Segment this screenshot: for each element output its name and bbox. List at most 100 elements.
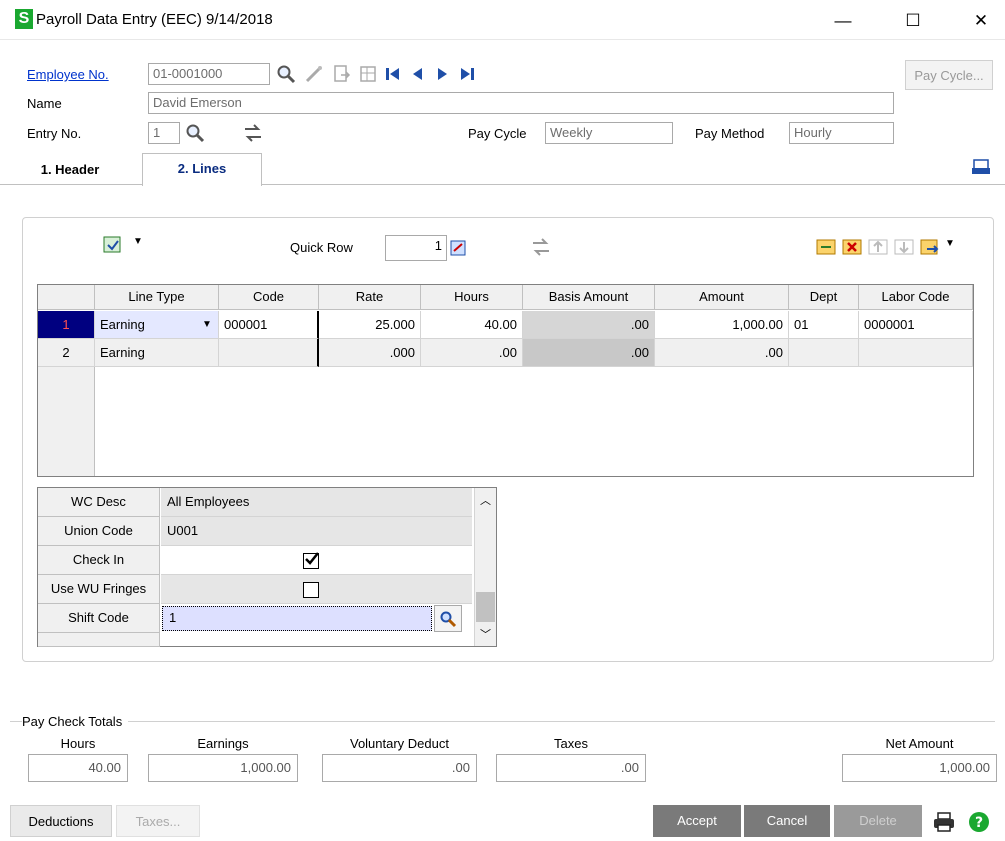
title-bar: S Payroll Data Entry (EEC) 9/14/2018 — ☐… bbox=[0, 0, 1005, 40]
svg-text:?: ? bbox=[975, 815, 983, 831]
line-options-dropdown-icon[interactable]: ▼ bbox=[133, 236, 143, 247]
pay-method-label: Pay Method bbox=[695, 126, 765, 141]
previous-record-icon[interactable] bbox=[406, 62, 428, 86]
basis-amount-cell: .00 bbox=[523, 339, 655, 367]
copy-lines-icon[interactable] bbox=[918, 234, 942, 260]
search-icon[interactable] bbox=[274, 62, 298, 86]
entry-no-label: Entry No. bbox=[27, 126, 82, 141]
rate-cell[interactable]: 25.000 bbox=[319, 311, 421, 339]
entry-no-field[interactable]: 1 bbox=[148, 122, 180, 144]
lines-grid: Line Type Code Rate Hours Basis Amount A… bbox=[37, 284, 974, 477]
row-number[interactable]: 1 bbox=[38, 311, 95, 339]
column-header-code[interactable]: Code bbox=[219, 285, 319, 310]
print-preview-icon[interactable] bbox=[968, 155, 994, 181]
dept-cell[interactable] bbox=[789, 339, 859, 367]
delete-button[interactable]: Delete bbox=[834, 805, 922, 837]
grid-corner bbox=[38, 285, 95, 310]
scroll-up-icon[interactable]: ︿ bbox=[480, 492, 491, 508]
line-detail-panel: WC Desc All Employees Union Code U001 Ch… bbox=[37, 487, 497, 647]
column-header-dept[interactable]: Dept bbox=[789, 285, 859, 310]
app-logo: S bbox=[15, 9, 33, 29]
quick-row-field[interactable]: 1 bbox=[385, 235, 447, 261]
deductions-button[interactable]: Deductions bbox=[10, 805, 112, 837]
code-cell[interactable]: 000001 bbox=[219, 311, 319, 339]
hours-cell[interactable]: 40.00 bbox=[421, 311, 523, 339]
use-wu-fringes-checkbox[interactable] bbox=[303, 582, 319, 598]
last-record-icon[interactable] bbox=[456, 62, 478, 86]
hours-total-field: 40.00 bbox=[28, 754, 128, 782]
insert-row-icon[interactable] bbox=[814, 234, 838, 260]
first-record-icon[interactable] bbox=[382, 62, 404, 86]
employee-no-field[interactable]: 01-0001000 bbox=[148, 63, 270, 85]
maximize-button[interactable]: ☐ bbox=[890, 6, 936, 36]
line-type-dropdown-icon[interactable]: ▼ bbox=[202, 319, 212, 330]
column-header-amount[interactable]: Amount bbox=[655, 285, 789, 310]
export-icon[interactable] bbox=[330, 62, 354, 86]
amount-cell[interactable]: 1,000.00 bbox=[655, 311, 789, 339]
detail-scrollbar[interactable]: ︿ ﹀ bbox=[474, 488, 496, 646]
delete-row-icon[interactable] bbox=[840, 234, 864, 260]
column-header-line-type[interactable]: Line Type bbox=[95, 285, 219, 310]
pay-cycle-field: Weekly bbox=[545, 122, 673, 144]
print-icon[interactable] bbox=[930, 809, 958, 835]
earnings-total-label: Earnings bbox=[197, 736, 249, 751]
taxes-button[interactable]: Taxes... bbox=[116, 805, 200, 837]
union-code-value: U001 bbox=[161, 517, 472, 546]
notes-icon[interactable] bbox=[356, 62, 380, 86]
wc-desc-value: All Employees bbox=[161, 488, 472, 517]
basis-amount-cell: .00 bbox=[523, 311, 655, 339]
hours-cell[interactable]: .00 bbox=[421, 339, 523, 367]
shift-code-field[interactable]: 1 bbox=[162, 606, 432, 631]
move-down-icon[interactable] bbox=[892, 234, 916, 260]
taxes-total-field: .00 bbox=[496, 754, 646, 782]
cancel-button[interactable]: Cancel bbox=[744, 805, 830, 837]
next-record-icon[interactable] bbox=[432, 62, 454, 86]
pay-method-field: Hourly bbox=[789, 122, 894, 144]
name-field[interactable]: David Emerson bbox=[148, 92, 894, 114]
column-header-hours[interactable]: Hours bbox=[421, 285, 523, 310]
pay-cycle-button[interactable]: Pay Cycle... bbox=[905, 60, 993, 90]
transfer-icon[interactable] bbox=[240, 120, 266, 146]
earnings-total-field: 1,000.00 bbox=[148, 754, 298, 782]
entry-search-icon[interactable] bbox=[182, 120, 208, 146]
transfer-lines-icon[interactable] bbox=[528, 234, 554, 260]
totals-divider bbox=[10, 721, 995, 722]
check-in-label: Check In bbox=[38, 546, 160, 575]
labor-code-cell[interactable]: 0000001 bbox=[859, 311, 973, 339]
scroll-down-icon[interactable]: ﹀ bbox=[480, 626, 491, 642]
employee-no-link[interactable]: Employee No. bbox=[27, 67, 109, 82]
minimize-button[interactable]: — bbox=[820, 6, 866, 36]
help-icon[interactable]: ? bbox=[966, 809, 992, 835]
check-in-checkbox[interactable] bbox=[303, 552, 319, 569]
tab-lines[interactable]: 2. Lines bbox=[142, 153, 262, 186]
copy-lines-dropdown-icon[interactable]: ▼ bbox=[945, 238, 955, 249]
accept-button[interactable]: Accept bbox=[653, 805, 741, 837]
labor-code-cell[interactable] bbox=[859, 339, 973, 367]
tab-header[interactable]: 1. Header bbox=[10, 155, 130, 185]
amount-cell[interactable]: .00 bbox=[655, 339, 789, 367]
shift-code-lookup-icon[interactable] bbox=[434, 605, 462, 632]
pay-cycle-label: Pay Cycle bbox=[468, 126, 527, 141]
scroll-thumb[interactable] bbox=[476, 592, 495, 622]
column-header-basis-amount[interactable]: Basis Amount bbox=[523, 285, 655, 310]
column-header-rate[interactable]: Rate bbox=[319, 285, 421, 310]
rate-cell[interactable]: .000 bbox=[319, 339, 421, 367]
dept-cell[interactable]: 01 bbox=[789, 311, 859, 339]
line-type-cell[interactable]: Earning bbox=[95, 311, 219, 339]
move-up-icon[interactable] bbox=[866, 234, 890, 260]
line-options-icon[interactable] bbox=[100, 232, 126, 258]
window-title: Payroll Data Entry (EEC) 9/14/2018 bbox=[36, 11, 273, 28]
quick-row-go-icon[interactable] bbox=[447, 235, 469, 261]
code-cell[interactable] bbox=[219, 339, 319, 367]
union-code-label: Union Code bbox=[38, 517, 160, 546]
close-button[interactable]: ✕ bbox=[958, 6, 1004, 36]
net-amount-field: 1,000.00 bbox=[842, 754, 997, 782]
line-type-cell[interactable]: Earning bbox=[95, 339, 219, 367]
wc-desc-label: WC Desc bbox=[38, 488, 160, 517]
row-number[interactable]: 2 bbox=[38, 339, 95, 367]
net-amount-label: Net Amount bbox=[885, 736, 954, 751]
row-header-filler bbox=[38, 367, 95, 476]
column-header-labor-code[interactable]: Labor Code bbox=[859, 285, 973, 310]
use-wu-fringes-label: Use WU Fringes bbox=[38, 575, 160, 604]
wand-icon[interactable] bbox=[302, 62, 326, 86]
